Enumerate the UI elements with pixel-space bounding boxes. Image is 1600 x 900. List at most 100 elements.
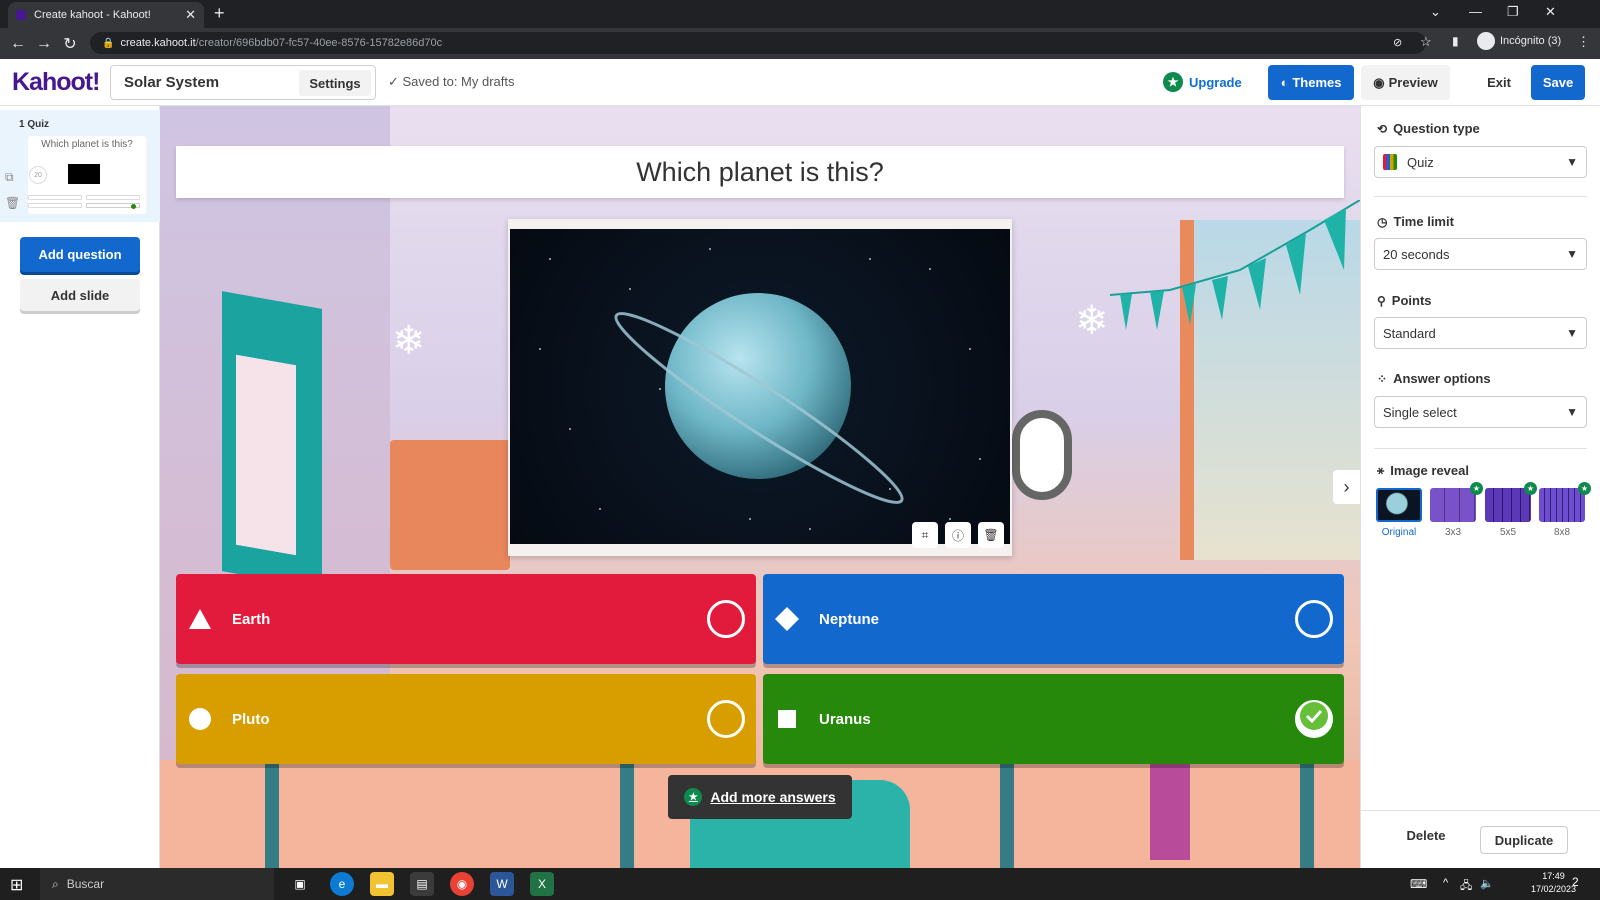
- points-label-text: Points: [1391, 293, 1432, 308]
- windows-start-icon[interactable]: ⊞: [10, 875, 23, 895]
- upgrade-button[interactable]: ★ Upgrade: [1163, 72, 1242, 92]
- question-type-select[interactable]: Quiz ▼: [1374, 146, 1587, 178]
- word-icon[interactable]: W: [490, 872, 514, 896]
- bookmark-star-icon[interactable]: ☆: [1420, 34, 1432, 50]
- reveal-option-8x8[interactable]: [1539, 488, 1585, 522]
- answer-1[interactable]: Earth: [176, 574, 756, 664]
- url-host: create.kahoot.it: [120, 37, 196, 49]
- image-reveal-label: ⚹ Image reveal: [1377, 463, 1469, 478]
- notification-count: 2: [1572, 875, 1579, 889]
- answer-2-text: Neptune: [819, 610, 879, 628]
- circle-icon: [188, 707, 212, 731]
- snowflake-icon: ❄: [392, 319, 426, 363]
- volume-icon[interactable]: 🔈: [1480, 877, 1494, 890]
- answer-3-correct-toggle[interactable]: [707, 700, 745, 738]
- edge-icon[interactable]: e: [330, 872, 354, 896]
- background-desk-leg: [620, 760, 634, 868]
- file-explorer-icon[interactable]: ▬: [370, 872, 394, 896]
- thumbnail-timer: 20: [29, 166, 47, 184]
- answer-4-correct-toggle[interactable]: [1295, 700, 1333, 738]
- thumbnail-answer-line: [28, 195, 82, 200]
- answer-3[interactable]: Pluto: [176, 674, 756, 764]
- settings-button[interactable]: Settings: [299, 70, 371, 96]
- thumbnail-answer-line: [86, 195, 140, 200]
- question-title-input[interactable]: Which planet is this?: [176, 146, 1344, 198]
- exit-button[interactable]: Exit: [1474, 65, 1524, 100]
- premium-star-icon: ★: [1524, 482, 1537, 495]
- browser-menu-icon[interactable]: ⋮: [1577, 34, 1590, 50]
- taskbar-clock[interactable]: 17:49 17/02/2023: [1531, 870, 1576, 896]
- answer-options-select[interactable]: Single select ▼: [1374, 396, 1587, 428]
- duplicate-slide-icon[interactable]: ⧉: [5, 170, 14, 185]
- question-image[interactable]: [510, 229, 1010, 544]
- reveal-option-5x5[interactable]: [1485, 488, 1531, 522]
- points-select[interactable]: Standard ▼: [1374, 317, 1587, 349]
- slide-label: 1 Quiz: [19, 119, 50, 130]
- star-icon: ★: [684, 788, 703, 806]
- collapse-panel-chevron-icon[interactable]: ›: [1333, 470, 1360, 504]
- browser-tab[interactable]: Create kahoot - Kahoot! ✕: [8, 2, 204, 28]
- answer-4-text: Uranus: [819, 710, 871, 728]
- taskbar-search-input[interactable]: ⌕ Buscar: [40, 868, 274, 900]
- restore-icon[interactable]: ❐: [1507, 4, 1519, 20]
- info-icon[interactable]: ⓘ: [945, 522, 971, 548]
- forward-icon[interactable]: →: [31, 35, 57, 53]
- diamond-icon: [775, 607, 799, 631]
- add-question-button[interactable]: Add question: [20, 237, 140, 272]
- themes-button[interactable]: ◐ Themes: [1268, 65, 1354, 100]
- url-input[interactable]: 🔒 create.kahoot.it/creator/696bdb07-fc57…: [90, 32, 1426, 54]
- chrome-icon[interactable]: ◉: [450, 872, 474, 896]
- save-button[interactable]: Save: [1531, 65, 1585, 100]
- eye-off-icon[interactable]: ⊘: [1393, 36, 1402, 49]
- task-view-icon[interactable]: ▣: [288, 872, 312, 896]
- points-label: ⚲ Points: [1377, 293, 1432, 308]
- delete-question-button[interactable]: Delete: [1390, 828, 1462, 843]
- duplicate-question-button[interactable]: Duplicate: [1480, 826, 1568, 854]
- reveal-option-3x3[interactable]: [1430, 488, 1476, 522]
- quiz-type-icon: [1383, 154, 1397, 170]
- background-penguin: [1012, 410, 1072, 500]
- incognito-profile[interactable]: Incógnito (3): [1477, 32, 1561, 50]
- url-path: /creator/696bdb07-fc57-40ee-8576-15782e8…: [195, 37, 443, 49]
- chevron-down-icon: ▼: [1566, 155, 1578, 169]
- notification-icon[interactable]: 2: [1572, 875, 1579, 889]
- network-icon[interactable]: 🖧: [1460, 877, 1472, 896]
- answer-2-correct-toggle[interactable]: [1295, 600, 1333, 638]
- tab-close-icon[interactable]: ✕: [185, 7, 196, 23]
- side-panel-icon[interactable]: ▮: [1452, 34, 1459, 48]
- kahoot-logo[interactable]: Kahoot!: [12, 68, 100, 97]
- add-more-answers-button[interactable]: ★ Add more answers: [668, 775, 852, 819]
- minimize-icon[interactable]: —: [1469, 4, 1482, 19]
- store-icon[interactable]: ▤: [410, 872, 434, 896]
- magic-wand-icon: ⚹: [1377, 463, 1385, 477]
- time-limit-label-text: Time limit: [1393, 214, 1454, 229]
- answer-1-correct-toggle[interactable]: [707, 600, 745, 638]
- tray-chevron-icon[interactable]: ^: [1443, 877, 1448, 889]
- keyboard-icon[interactable]: ⌨: [1410, 877, 1427, 891]
- close-window-icon[interactable]: ✕: [1545, 4, 1556, 20]
- trash-icon[interactable]: 🗑: [978, 522, 1004, 548]
- divider: [1374, 196, 1587, 197]
- delete-slide-icon[interactable]: 🗑: [5, 196, 20, 210]
- kahoot-favicon-icon: [16, 10, 26, 20]
- background-desk-leg: [1000, 760, 1014, 868]
- reload-icon[interactable]: ↻: [57, 34, 83, 54]
- crop-icon[interactable]: ⌗: [912, 522, 938, 548]
- reveal-option-original[interactable]: [1376, 488, 1422, 522]
- tab-title: Create kahoot - Kahoot!: [34, 9, 151, 21]
- planet-image: [539, 248, 981, 530]
- preview-button[interactable]: ◉ Preview: [1361, 65, 1450, 100]
- add-slide-button[interactable]: Add slide: [20, 279, 140, 311]
- palette-icon: ◐: [1280, 75, 1289, 90]
- new-tab-button[interactable]: +: [214, 3, 225, 24]
- tab-search-chevron-icon[interactable]: ⌄: [1430, 4, 1441, 20]
- answer-4[interactable]: Uranus: [763, 674, 1344, 764]
- divider: [1374, 448, 1587, 449]
- question-type-label-text: Question type: [1393, 121, 1480, 136]
- time-limit-select[interactable]: 20 seconds ▼: [1374, 238, 1587, 270]
- back-icon[interactable]: ←: [5, 35, 31, 53]
- excel-icon[interactable]: X: [530, 872, 554, 896]
- question-title: Which planet is this?: [636, 156, 884, 187]
- answer-options-value: Single select: [1383, 404, 1457, 420]
- answer-2[interactable]: Neptune: [763, 574, 1344, 664]
